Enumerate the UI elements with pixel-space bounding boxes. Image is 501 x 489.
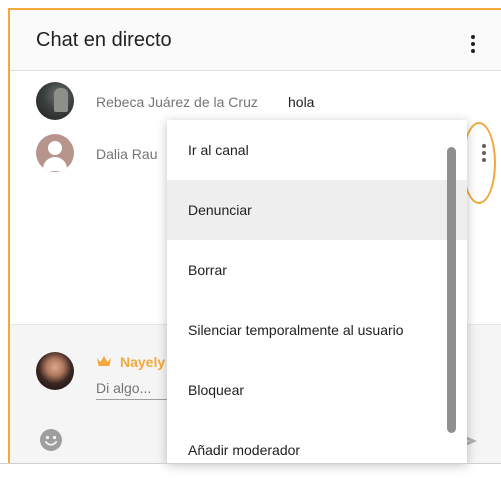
menu-scrollbar[interactable] [447,147,456,433]
menu-item-block[interactable]: Bloquear [167,360,467,420]
frame-border [8,8,501,10]
frame-border [8,8,10,463]
crown-icon [97,356,111,366]
highlight-annotation [462,122,496,204]
message-context-menu: Ir al canal Denunciar Borrar Silenciar t… [167,120,467,463]
emoji-icon[interactable] [39,428,63,452]
menu-item-go-to-channel[interactable]: Ir al canal [167,120,467,180]
message-author[interactable]: Dalia Rau [96,146,157,162]
chat-header: Chat en directo [10,10,501,71]
composer-user-name: Nayely [120,354,166,370]
avatar [36,352,74,390]
more-vert-icon[interactable] [470,35,476,53]
message-text: hola [288,94,315,110]
menu-item-add-moderator[interactable]: Añadir moderador [167,420,467,463]
bottom-divider [0,463,501,464]
avatar[interactable] [36,82,74,120]
default-person-icon[interactable] [36,134,74,172]
chat-title: Chat en directo [36,29,172,51]
message-author[interactable]: Rebeca Juárez de la Cruz [96,94,258,110]
menu-item-delete[interactable]: Borrar [167,240,467,300]
menu-item-timeout-user[interactable]: Silenciar temporalmente al usuario [167,300,467,360]
menu-item-report[interactable]: Denunciar [167,180,467,240]
